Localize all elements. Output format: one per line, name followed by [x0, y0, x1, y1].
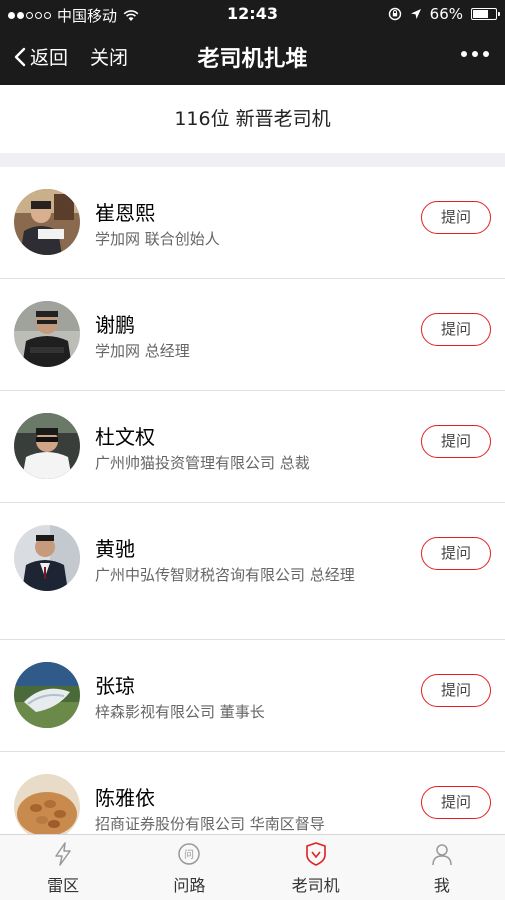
list-item[interactable]: 崔恩熙 学加网 联合创始人 提问: [0, 167, 505, 279]
lightning-icon: [55, 842, 71, 866]
driver-name: 黄驰: [95, 537, 135, 561]
tab-minefield[interactable]: 雷区: [0, 835, 126, 900]
back-button[interactable]: 返回: [14, 43, 68, 70]
avatar: [14, 413, 80, 479]
tab-label: 老司机: [291, 876, 340, 895]
driver-badge-icon: [305, 842, 326, 866]
ask-button[interactable]: 提问: [421, 313, 491, 346]
driver-name: 崔恩熙: [95, 201, 155, 225]
avatar: [14, 525, 80, 591]
page-title: 老司机扎堆: [197, 47, 308, 72]
driver-list: 崔恩熙 学加网 联合创始人 提问 谢鹏 学加网 总经理 提问 杜文权 广州帅猫投…: [0, 167, 505, 834]
driver-count-header: 116位 新晋老司机: [0, 85, 505, 153]
more-dots-icon: [461, 51, 467, 57]
ask-button[interactable]: 提问: [421, 786, 491, 819]
ask-button[interactable]: 提问: [421, 537, 491, 570]
driver-title: 广州帅猫投资管理有限公司 总裁: [95, 454, 310, 472]
driver-name: 陈雅依: [95, 786, 155, 810]
status-bar: 中国移动 12:43 66%: [0, 0, 505, 28]
more-options-button[interactable]: [461, 51, 489, 57]
navigation-bar: 返回 关闭 老司机扎堆: [0, 28, 505, 85]
tab-ask-way[interactable]: 问 问路: [126, 835, 252, 900]
battery-icon: [471, 8, 500, 20]
question-bubble-icon: 问: [178, 843, 201, 865]
driver-title: 学加网 联合创始人: [95, 230, 220, 248]
driver-name: 杜文权: [95, 425, 155, 449]
tab-label: 问路: [173, 876, 206, 895]
list-item[interactable]: 张琼 梓森影视有限公司 董事长 提问: [0, 640, 505, 752]
list-item[interactable]: 陈雅依 招商证券股份有限公司 华南区督导 提问: [0, 752, 505, 834]
chevron-left-icon: [14, 47, 26, 66]
status-right: 66%: [388, 5, 500, 23]
avatar: [14, 662, 80, 728]
section-divider: [0, 153, 505, 167]
list-item[interactable]: 谢鹏 学加网 总经理 提问: [0, 279, 505, 391]
bottom-tab-bar: 雷区 问 问路 老司机 我: [0, 834, 505, 900]
tab-label: 雷区: [47, 876, 80, 895]
tab-me[interactable]: 我: [379, 835, 505, 900]
avatar: [14, 774, 80, 834]
ask-button[interactable]: 提问: [421, 674, 491, 707]
person-icon: [432, 844, 452, 866]
back-label: 返回: [30, 47, 69, 69]
list-item[interactable]: 黄驰 广州中弘传智财税咨询有限公司 总经理 提问: [0, 503, 505, 640]
battery-percent: 66%: [429, 5, 463, 23]
driver-title: 广州中弘传智财税咨询有限公司 总经理: [95, 566, 355, 584]
location-arrow-icon: [410, 9, 421, 19]
driver-title: 梓森影视有限公司 董事长: [95, 703, 265, 721]
close-button[interactable]: 关闭: [90, 43, 128, 70]
rotation-lock-icon: [388, 7, 401, 21]
driver-title: 招商证券股份有限公司 华南区督导: [95, 815, 325, 833]
ask-button[interactable]: 提问: [421, 201, 491, 234]
svg-text:问: 问: [184, 848, 194, 861]
tab-old-drivers[interactable]: 老司机: [253, 835, 379, 900]
avatar: [14, 301, 80, 367]
ask-button[interactable]: 提问: [421, 425, 491, 458]
avatar: [14, 189, 80, 255]
driver-title: 学加网 总经理: [95, 342, 190, 360]
driver-name: 谢鹏: [95, 313, 135, 337]
list-item[interactable]: 杜文权 广州帅猫投资管理有限公司 总裁 提问: [0, 391, 505, 503]
tab-label: 我: [433, 876, 450, 895]
driver-name: 张琼: [95, 674, 135, 698]
